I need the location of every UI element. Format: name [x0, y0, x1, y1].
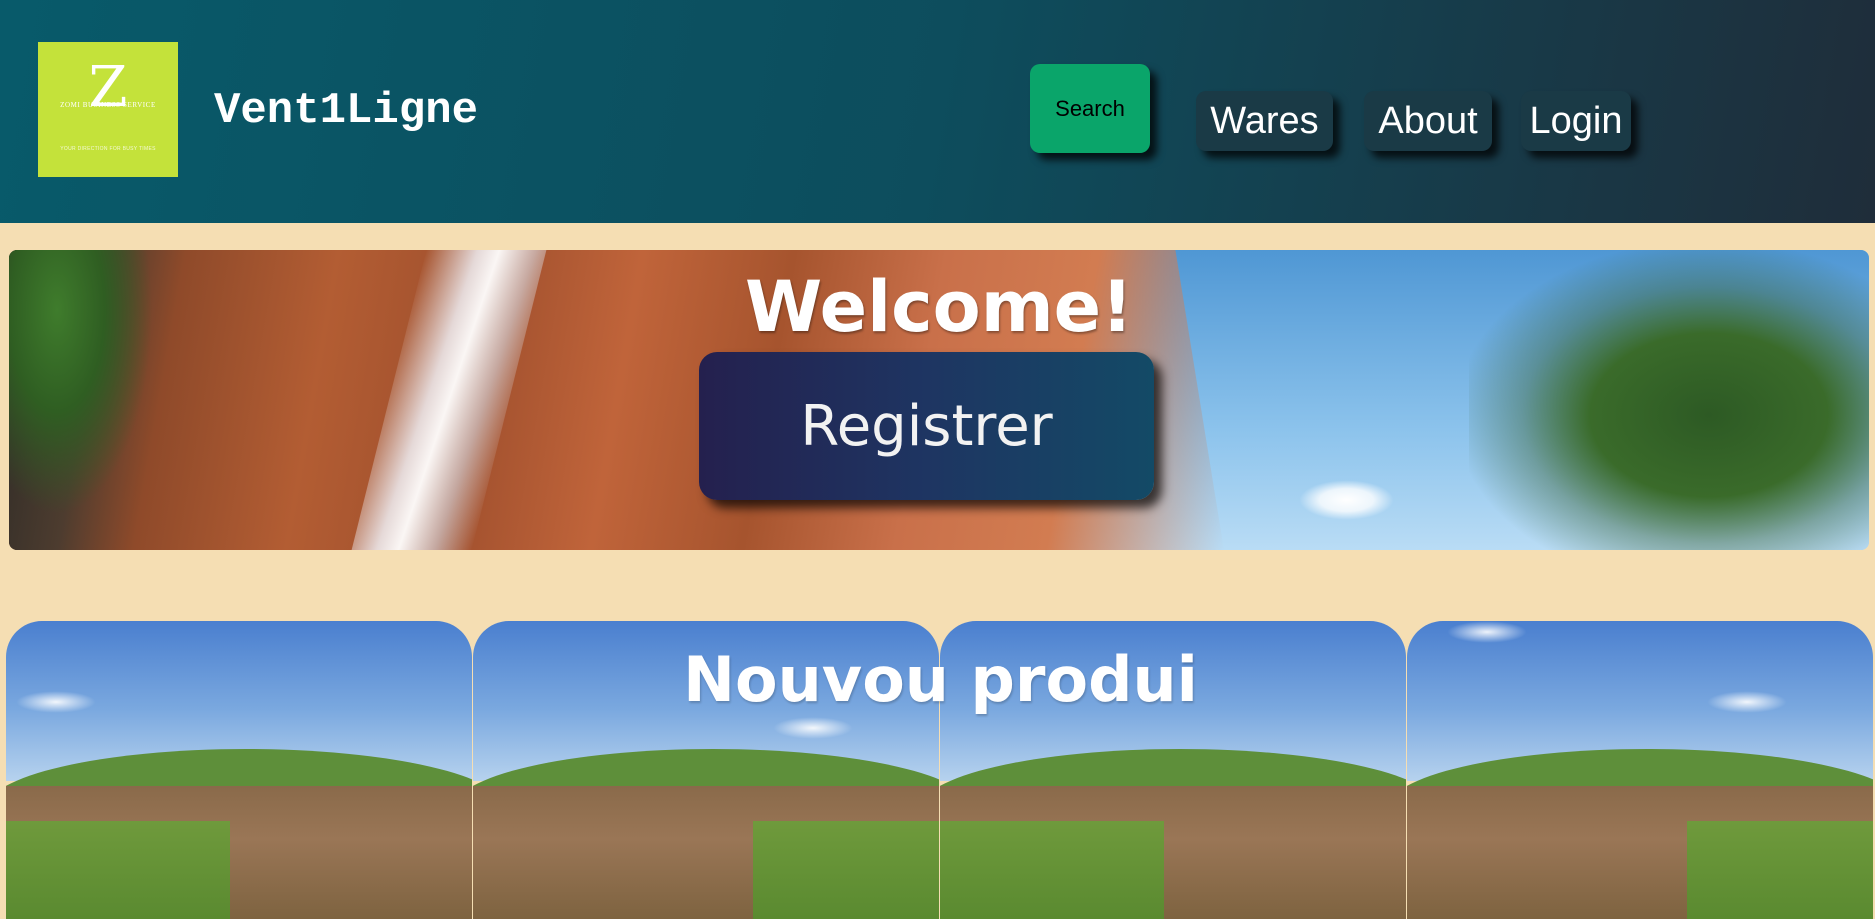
product-image-grass: [752, 821, 939, 919]
register-button[interactable]: Registrer: [699, 352, 1154, 500]
new-products-section: Nouvou produi: [6, 621, 1875, 919]
logo-company-name: ZOMI BUSINESS SERVICE: [60, 101, 156, 109]
product-image-grass: [940, 821, 1164, 919]
site-title: Vent1Ligne: [214, 86, 479, 136]
product-image-cloud: [1447, 621, 1527, 643]
nav-wares-button[interactable]: Wares: [1196, 91, 1333, 151]
product-image-grass: [6, 821, 230, 919]
new-products-heading: Nouvou produi: [683, 643, 1198, 716]
logo-tagline: YOUR DIRECTION FOR BUSY TIMES: [60, 146, 156, 152]
nav-login-button[interactable]: Login: [1521, 91, 1631, 151]
logo[interactable]: Z ZOMI BUSINESS SERVICE YOUR DIRECTION F…: [38, 42, 178, 177]
nav-about-button[interactable]: About: [1364, 91, 1492, 151]
product-image-grass: [1686, 821, 1873, 919]
product-image-cloud: [773, 717, 853, 739]
site-header: Z ZOMI BUSINESS SERVICE YOUR DIRECTION F…: [0, 0, 1875, 223]
search-button[interactable]: Search: [1030, 64, 1150, 153]
welcome-heading: Welcome!: [744, 266, 1134, 348]
hero-banner: Welcome! Registrer: [9, 250, 1869, 550]
hero-cloud: [1299, 480, 1394, 520]
